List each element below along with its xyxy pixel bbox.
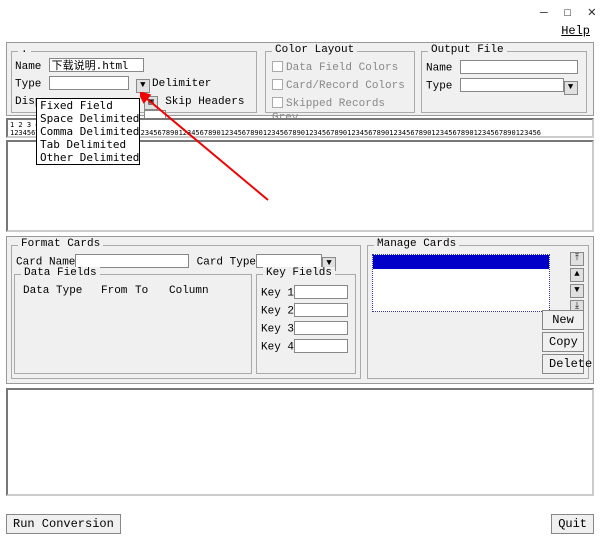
col-column: Column bbox=[169, 285, 209, 297]
col-data-type: Data Type bbox=[23, 285, 101, 297]
key2-label: Key 2 bbox=[261, 306, 294, 318]
type-label: Type bbox=[15, 79, 41, 91]
skipped-records-grey-checkbox[interactable] bbox=[272, 97, 283, 108]
card-record-colors-label: Card/Record Colors bbox=[286, 80, 405, 92]
key4-input[interactable] bbox=[294, 339, 348, 353]
output-name-input[interactable] bbox=[460, 60, 578, 74]
name-input[interactable] bbox=[49, 58, 144, 72]
menu-help[interactable]: Help bbox=[561, 24, 590, 38]
type-option-tab-delimited[interactable]: Tab Delimited bbox=[37, 138, 139, 151]
manage-cards-selected[interactable] bbox=[373, 255, 549, 269]
format-cards-title: Format Cards bbox=[18, 238, 103, 250]
close-button[interactable]: ✕ bbox=[588, 4, 596, 21]
type-dropdown-list[interactable]: Fixed Field Space Delimited Comma Delimi… bbox=[36, 98, 140, 165]
key3-label: Key 3 bbox=[261, 324, 294, 336]
manage-cards-title: Manage Cards bbox=[374, 238, 459, 250]
quit-button[interactable]: Quit bbox=[551, 514, 594, 534]
output-type-dropdown-button[interactable]: ▼ bbox=[564, 81, 578, 95]
copy-button[interactable]: Copy bbox=[542, 332, 584, 352]
color-layout-title: Color Layout bbox=[272, 44, 357, 56]
key1-input[interactable] bbox=[294, 285, 348, 299]
delimiter-label: Delimiter bbox=[152, 78, 211, 90]
delete-button[interactable]: Delete bbox=[542, 354, 584, 374]
output-type-label: Type bbox=[426, 81, 452, 93]
card-type-label: Card Type bbox=[197, 257, 256, 269]
disp-browse-button[interactable]: ▣ bbox=[144, 96, 158, 110]
type-option-space-delimited[interactable]: Space Delimited bbox=[37, 112, 139, 125]
key4-label: Key 4 bbox=[261, 342, 294, 354]
skip-headers-label: Skip Headers bbox=[165, 96, 244, 108]
name-label: Name bbox=[15, 61, 41, 73]
maximize-button[interactable]: ☐ bbox=[564, 5, 572, 20]
card-type-input[interactable] bbox=[256, 254, 322, 268]
key2-input[interactable] bbox=[294, 303, 348, 317]
type-input[interactable] bbox=[49, 76, 129, 90]
type-option-fixed-field[interactable]: Fixed Field bbox=[37, 99, 139, 112]
key-fields-title: Key Fields bbox=[263, 267, 335, 279]
type-option-comma-delimited[interactable]: Comma Delimited bbox=[37, 125, 139, 138]
output-file-title: Output File bbox=[428, 44, 507, 56]
minimize-button[interactable]: — bbox=[540, 5, 548, 20]
source-title: . bbox=[18, 44, 31, 56]
move-down-button[interactable]: ▼ bbox=[570, 284, 584, 298]
move-up-button[interactable]: ▲ bbox=[570, 268, 584, 282]
col-from: From bbox=[101, 285, 135, 297]
card-record-colors-checkbox[interactable] bbox=[272, 79, 283, 90]
type-dropdown-button[interactable]: ▼ bbox=[136, 79, 150, 93]
move-top-button[interactable]: ⤒ bbox=[570, 252, 584, 266]
manage-cards-list[interactable] bbox=[372, 254, 550, 312]
new-button[interactable]: New bbox=[542, 310, 584, 330]
data-fields-title: Data Fields bbox=[21, 267, 100, 279]
data-field-colors-checkbox[interactable] bbox=[272, 61, 283, 72]
output-name-label: Name bbox=[426, 63, 452, 75]
type-option-other-delimited[interactable]: Other Delimited bbox=[37, 151, 139, 164]
data-field-colors-label: Data Field Colors bbox=[286, 62, 398, 74]
run-conversion-button[interactable]: Run Conversion bbox=[6, 514, 121, 534]
key1-label: Key 1 bbox=[261, 288, 294, 300]
key3-input[interactable] bbox=[294, 321, 348, 335]
col-to: To bbox=[135, 285, 169, 297]
log-area bbox=[6, 388, 594, 496]
output-type-input[interactable] bbox=[460, 78, 564, 92]
card-name-input[interactable] bbox=[75, 254, 189, 268]
